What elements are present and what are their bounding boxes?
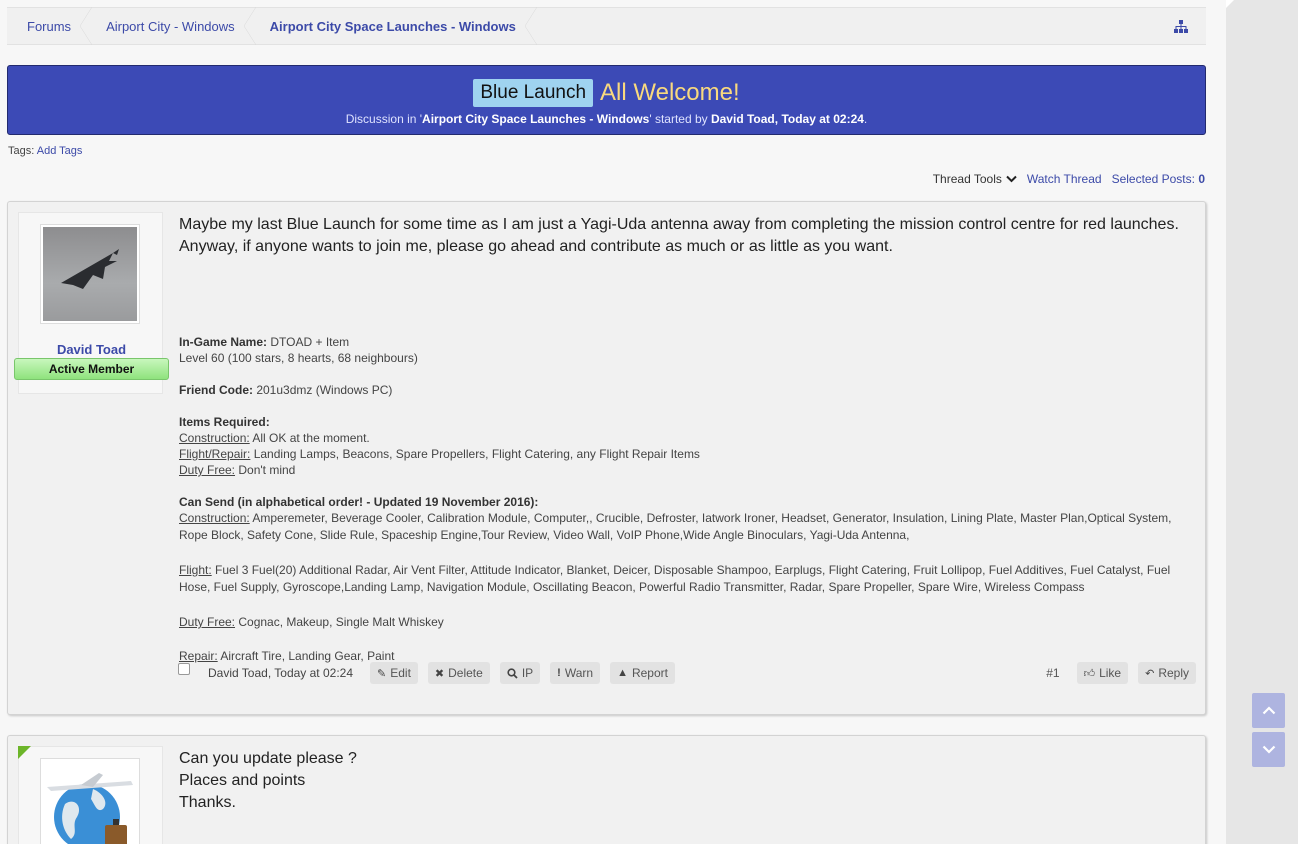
send-construction-value: Amperemeter, Beverage Cooler, Calibratio… (179, 511, 1172, 542)
discussion-forum-link[interactable]: Airport City Space Launches - Windows (422, 112, 649, 126)
sitemap-icon[interactable] (1174, 20, 1188, 33)
page: Forums Airport City - Windows Airport Ci… (0, 0, 1226, 844)
like-label: Like (1099, 666, 1122, 680)
avatar[interactable] (40, 224, 140, 324)
send-flight-label: Flight: (179, 563, 212, 577)
add-tags-link[interactable]: Add Tags (37, 145, 83, 157)
chevron-up-icon (1262, 706, 1275, 715)
warn-button[interactable]: ! Warn (550, 662, 601, 684)
send-construction-label: Construction: (179, 511, 250, 525)
req-duty-label: Duty Free: (179, 463, 236, 477)
breadcrumb-forums[interactable]: Forums (7, 7, 93, 45)
jet-aircraft-icon (61, 249, 119, 289)
tags-label: Tags: (8, 145, 35, 157)
user-title-badge: Active Member (14, 358, 169, 380)
post-lead-text: Maybe my last Blue Launch for some time … (179, 216, 1179, 255)
tags-row: Tags: Add Tags (8, 145, 82, 157)
post-2: Can you update please ? Places and point… (7, 735, 1206, 844)
watch-thread-link[interactable]: Watch Thread (1027, 172, 1102, 186)
friend-code-label: Friend Code: (179, 383, 253, 397)
items-required-label: Items Required: (179, 415, 270, 429)
breadcrumb-airport-city-windows[interactable]: Airport City - Windows (86, 7, 256, 45)
req-construction-label: Construction: (179, 431, 250, 445)
select-post-checkbox[interactable] (178, 663, 190, 675)
thread-title-text: All Welcome! (600, 79, 740, 106)
discussion-started-text: ' started by (649, 112, 711, 126)
reply-arrow-icon: ↶ (1145, 667, 1155, 680)
search-icon (507, 667, 518, 679)
level-text: Level 60 (100 stars, 8 hearts, 68 neighb… (179, 351, 418, 365)
thread-title: Blue Launch All Welcome! (8, 77, 1205, 109)
thumbs-up-icon: 👍︎ (1083, 667, 1096, 680)
chevron-down-icon (1262, 745, 1275, 754)
req-duty-value: Don't mind (235, 463, 296, 477)
ign-label: In-Game Name: (179, 335, 268, 349)
send-duty-value: Cognac, Makeup, Single Malt Whiskey (235, 615, 444, 629)
breadcrumb-space-launches[interactable]: Airport City Space Launches - Windows (250, 7, 538, 45)
globe-plane-icon (47, 773, 133, 844)
can-send-label: Can Send (in alphabetical order! - Updat… (179, 495, 539, 509)
scroll-to-top-button[interactable] (1252, 693, 1285, 728)
warning-triangle-icon: ▲ (617, 667, 628, 679)
pencil-icon: ✎ (377, 667, 387, 680)
post-2-message: Can you update please ? Places and point… (179, 748, 1189, 814)
scroll-to-bottom-button[interactable] (1252, 732, 1285, 767)
thread-prefix-badge[interactable]: Blue Launch (473, 79, 594, 107)
report-button[interactable]: ▲ Report (610, 662, 675, 684)
delete-label: Delete (448, 666, 483, 680)
reply-button[interactable]: ↶ Reply (1138, 662, 1196, 684)
thread-tools-label: Thread Tools (932, 172, 1002, 186)
discussion-end: . (863, 112, 868, 126)
edit-label: Edit (390, 666, 411, 680)
post-2-line-2: Places and points (179, 772, 306, 789)
discussion-prefix-text: Discussion in ' (345, 112, 423, 126)
delete-button[interactable]: ✖ Delete (427, 662, 490, 684)
avatar-image (43, 227, 137, 321)
username-link[interactable]: David Toad (19, 342, 164, 357)
ip-label: IP (521, 666, 534, 680)
edit-button[interactable]: ✎ Edit (370, 662, 418, 684)
gutter-notch (1226, 0, 1234, 8)
ip-button[interactable]: IP (499, 662, 541, 684)
thread-tools-bar: Thread Tools Watch Thread Selected Posts… (933, 172, 1205, 186)
post-number-link[interactable]: #1 (1046, 666, 1059, 680)
send-duty-label: Duty Free: (179, 615, 236, 629)
post-footer-right: #1 👍︎ Like ↶ Reply (1046, 660, 1196, 686)
post-author-time[interactable]: David Toad, Today at 02:24 (208, 666, 353, 680)
thread-tools-menu[interactable]: Thread Tools (933, 172, 1017, 186)
selected-posts-count: 0 (1198, 172, 1205, 186)
post-details: In-Game Name: DTOAD + Item Level 60 (100… (179, 334, 1189, 664)
selected-posts-label: Selected Posts: (1111, 172, 1195, 186)
thread-author-link[interactable]: David Toad (711, 112, 775, 126)
friend-code-value: 201u3dmz (Windows PC) (253, 383, 393, 397)
warn-label: Warn (564, 666, 594, 680)
ign-value: DTOAD + Item (267, 335, 350, 349)
like-button[interactable]: 👍︎ Like (1076, 662, 1129, 684)
post-1: David Toad Active Member Maybe my last B… (7, 201, 1206, 715)
req-construction-value: All OK at the moment. (249, 431, 370, 445)
thread-time[interactable]: Today at 02:24 (781, 112, 863, 126)
new-post-corner-flag (18, 746, 31, 759)
chevron-down-icon (1006, 175, 1017, 183)
user-info-block-2 (18, 746, 163, 844)
post-2-line-3: Thanks. (179, 794, 236, 811)
post-2-line-1: Can you update please ? (179, 750, 357, 767)
breadcrumb: Forums Airport City - Windows Airport Ci… (7, 7, 1206, 45)
post-message: Maybe my last Blue Launch for some time … (179, 214, 1189, 664)
thread-discussion-info: Discussion in 'Airport City Space Launch… (8, 112, 1205, 126)
send-flight-value: Fuel 3 Fuel(20) Additional Radar, Air Ve… (179, 563, 1171, 594)
req-flight-value: Landing Lamps, Beacons, Spare Propellers… (250, 447, 700, 461)
reply-label: Reply (1158, 666, 1189, 680)
req-flight-label: Flight/Repair: (179, 447, 251, 461)
user-info-block: David Toad Active Member (14, 212, 169, 394)
close-icon: ✖ (434, 667, 445, 680)
selected-posts[interactable]: Selected Posts: 0 (1112, 172, 1205, 186)
report-label: Report (631, 666, 668, 680)
exclamation-icon: ! (557, 667, 561, 679)
thread-title-banner: Blue Launch All Welcome! Discussion in '… (7, 65, 1206, 135)
post-footer: David Toad, Today at 02:24 ✎ Edit ✖ Dele… (178, 660, 1196, 686)
avatar-2[interactable] (40, 758, 140, 844)
